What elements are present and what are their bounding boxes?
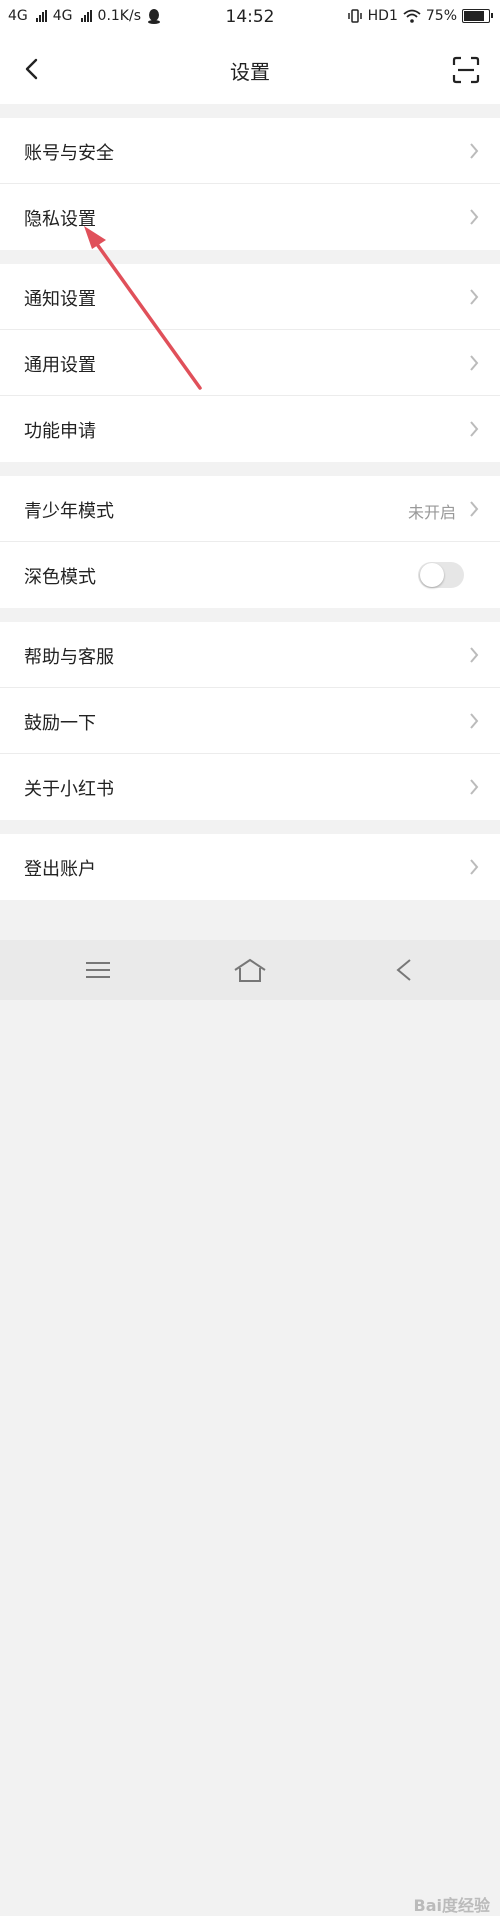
scan-icon[interactable] [452,56,480,84]
settings-group: 登出账户 [0,834,500,900]
setting-feature-request[interactable]: 功能申请 [0,396,500,462]
status-right: HD1 75% [347,8,493,24]
setting-label: 功能申请 [24,421,96,442]
setting-notifications[interactable]: 通知设置 [0,264,500,330]
page-title: 设置 [230,60,270,84]
dark-mode-toggle[interactable] [418,562,464,588]
home-icon[interactable] [232,956,268,984]
chevron-right-icon [470,779,479,795]
chevron-right-icon [470,355,479,371]
setting-about[interactable]: 关于小红书 [0,754,500,820]
setting-encourage[interactable]: 鼓励一下 [0,688,500,754]
setting-label: 账号与安全 [24,143,114,164]
settings-group: 通知设置 通用设置 功能申请 [0,264,500,462]
chevron-right-icon [470,143,479,159]
setting-logout[interactable]: 登出账户 [0,834,500,900]
setting-privacy[interactable]: 隐私设置 [0,184,500,250]
hd-indicator: HD1 [367,8,398,24]
back-icon[interactable] [392,956,416,984]
setting-label: 隐私设置 [24,209,96,230]
chevron-right-icon [470,209,479,225]
settings-group: 账号与安全 隐私设置 [0,118,500,250]
setting-teen-mode[interactable]: 青少年模式 未开启 [0,476,500,542]
settings-list: 账号与安全 隐私设置 通知设置 通用设置 功能申请 青少年模式 未开启 深色模式… [0,104,500,900]
battery-percent: 75% [425,8,457,24]
setting-general[interactable]: 通用设置 [0,330,500,396]
chevron-right-icon [470,713,479,729]
setting-label: 登出账户 [24,859,96,880]
vibrate-icon [347,9,362,23]
system-nav-bar: Bai度经验 [0,940,500,1915]
setting-label: 通用设置 [24,355,96,376]
toggle-knob [420,563,444,587]
wifi-icon [403,9,421,23]
watermark: Bai度经验 [413,1896,490,1915]
setting-label: 通知设置 [24,289,96,310]
chevron-right-icon [470,289,479,305]
setting-dark-mode: 深色模式 [0,542,500,608]
menu-icon[interactable] [84,960,112,980]
status-bar: 4G 4G 0.1K/s 14:52 HD1 75% [0,0,500,36]
chevron-right-icon [470,501,479,517]
setting-value: 未开启 [407,503,456,522]
settings-group: 青少年模式 未开启 深色模式 [0,476,500,608]
setting-label: 青少年模式 [24,501,114,522]
app-header: 设置 [0,36,500,104]
setting-label: 帮助与客服 [24,647,114,668]
settings-group: 帮助与客服 鼓励一下 关于小红书 [0,622,500,820]
setting-help[interactable]: 帮助与客服 [0,622,500,688]
setting-label: 深色模式 [24,567,96,588]
setting-label: 鼓励一下 [24,713,96,734]
chevron-right-icon [470,647,479,663]
setting-account-security[interactable]: 账号与安全 [0,118,500,184]
battery-icon [462,9,493,23]
setting-label: 关于小红书 [24,779,114,800]
chevron-right-icon [470,859,479,875]
chevron-right-icon [470,421,479,437]
